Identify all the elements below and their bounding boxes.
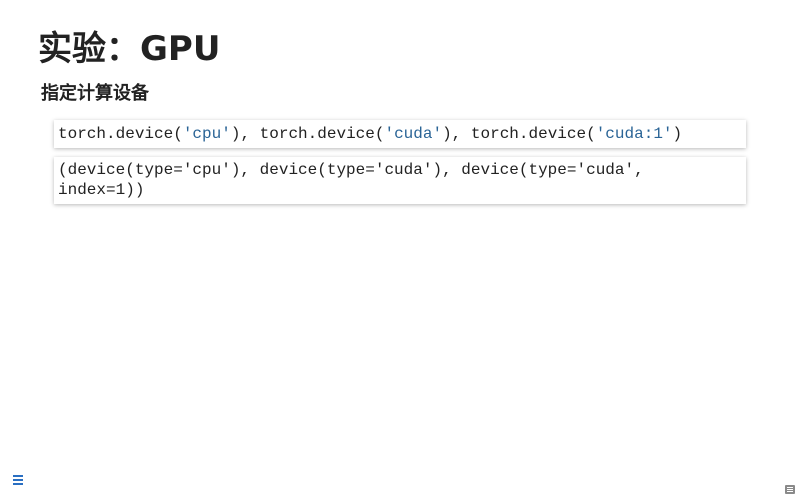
menu-icon-bar: [13, 479, 23, 481]
section-heading: 指定计算设备: [41, 83, 149, 104]
slideshow-icon[interactable]: [785, 485, 795, 494]
code-token: ): [672, 125, 683, 143]
code-output-cell: (device(type='cpu'), device(type='cuda')…: [54, 157, 746, 204]
output-line: index=1)): [58, 181, 145, 199]
page-title: 实验：GPU: [38, 29, 221, 69]
menu-icon-bar: [13, 475, 23, 477]
code-string-token: 'cpu': [182, 125, 231, 143]
code-string-token: 'cuda:1': [595, 125, 673, 143]
code-string-token: 'cuda': [384, 125, 443, 143]
code-token: ), torch.device(: [230, 125, 385, 143]
menu-icon-bar: [13, 483, 23, 485]
code-token: ), torch.device(: [442, 125, 596, 143]
menu-icon[interactable]: [12, 471, 24, 487]
output-line: (device(type='cpu'), device(type='cuda')…: [58, 161, 644, 179]
code-input-cell: torch.device('cpu'), torch.device('cuda'…: [54, 120, 746, 148]
code-token: torch.device(: [58, 125, 183, 143]
